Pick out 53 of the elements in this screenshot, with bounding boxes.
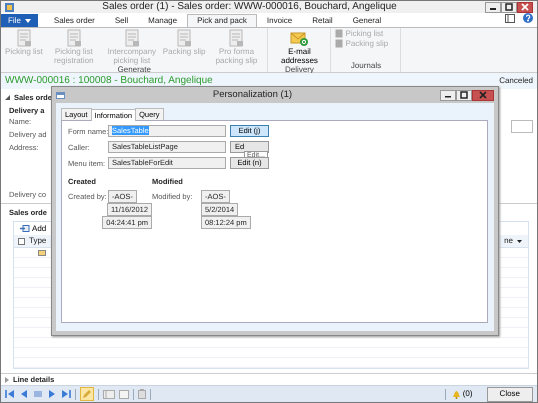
ribbon-tab[interactable]: Invoice	[256, 14, 302, 27]
dialog-title: Personalization (1)	[212, 89, 294, 101]
minimize-button[interactable]	[485, 2, 501, 12]
checkbox[interactable]	[18, 238, 25, 244]
column-header[interactable]: ne	[504, 236, 522, 246]
ribbon-tab[interactable]: Retail	[302, 14, 343, 27]
window-title: Sales order (1) - Sales order: WWW-000016, Bouchard, Angelique	[101, 1, 398, 13]
edit-button[interactable]	[80, 387, 94, 401]
add-button[interactable]: Add	[18, 224, 48, 234]
close-button[interactable]	[517, 2, 533, 12]
ribbon-tab[interactable]: Sales order	[44, 14, 105, 27]
group-label: Journals	[350, 61, 382, 71]
ribbon-tab[interactable]: Sell	[104, 14, 138, 27]
close-icon	[521, 3, 529, 11]
square-icon	[460, 91, 468, 99]
ribbon-button[interactable]: E-mail addresses	[270, 29, 328, 65]
next-record-icon[interactable]	[47, 389, 57, 399]
close-icon	[479, 91, 487, 99]
ribbon-tab[interactable]: General	[342, 14, 392, 27]
close-button[interactable]	[472, 90, 494, 100]
help-icon[interactable]	[523, 13, 533, 23]
maximize-button[interactable]	[456, 90, 472, 100]
app-icon	[5, 2, 14, 12]
column-header: Type	[29, 236, 46, 246]
ribbon-tab[interactable]: Manage	[138, 14, 188, 27]
input-field[interactable]	[511, 120, 533, 133]
add-icon	[20, 225, 30, 232]
ribbon-tab[interactable]: Pick and pack	[187, 14, 257, 27]
book-icon[interactable]	[505, 14, 515, 22]
close-button[interactable]: Close	[486, 386, 533, 402]
first-record-icon[interactable]	[5, 389, 15, 399]
minimize-button[interactable]	[440, 90, 456, 100]
clipboard-icon[interactable]	[138, 389, 146, 399]
caret-icon	[24, 19, 31, 23]
group-label: Delivery	[284, 65, 315, 75]
status-text: Canceled	[499, 76, 533, 86]
restore-button[interactable]	[501, 2, 517, 12]
row-icon	[38, 250, 46, 256]
notifications-button[interactable]: (0)	[450, 389, 475, 399]
pencil-icon	[82, 389, 92, 399]
previous-record-icon[interactable]	[19, 389, 29, 399]
caret-icon	[517, 240, 522, 242]
record-title: WWW-000016 : 100008 - Bouchard, Angelique	[5, 75, 213, 87]
ribbon-tab[interactable]: File	[1, 14, 38, 27]
last-record-icon[interactable]	[61, 389, 71, 399]
expand-icon[interactable]	[5, 376, 9, 382]
form-icon[interactable]	[103, 390, 115, 398]
blank-page-icon[interactable]	[119, 390, 129, 398]
window-icon	[56, 92, 65, 98]
square-icon	[505, 3, 513, 11]
bell-icon	[452, 389, 461, 399]
group-label: Generate	[116, 65, 152, 75]
collapse-icon[interactable]	[5, 95, 10, 100]
